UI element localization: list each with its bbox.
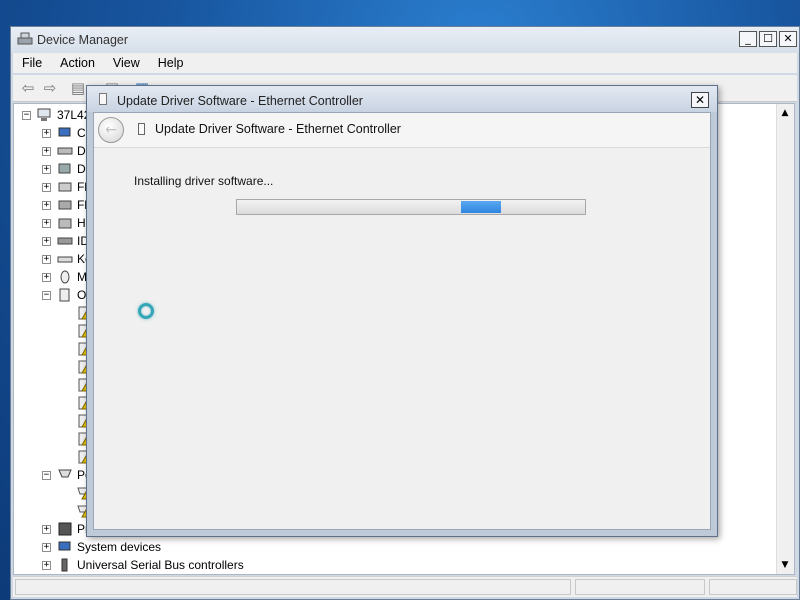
tree-category[interactable]: + M (42, 268, 87, 286)
forward-arrow-icon[interactable]: ⇨ (41, 79, 59, 97)
collapse-icon[interactable]: − (42, 470, 51, 480)
dialog-header-title: Update Driver Software - Ethernet Contro… (155, 122, 401, 136)
close-button[interactable]: ✕ (779, 31, 797, 47)
tree-label: C (77, 126, 86, 140)
ide-controller-icon (57, 234, 73, 248)
tree-category[interactable]: + C (42, 124, 86, 142)
status-cell (709, 579, 797, 595)
floppy-icon (57, 180, 73, 194)
tree-category[interactable]: + D (42, 142, 86, 160)
floppy-controller-icon (57, 198, 73, 212)
tree-label: H (77, 216, 86, 230)
keyboard-icon (57, 252, 73, 266)
collapse-icon[interactable]: − (42, 290, 51, 300)
menu-file[interactable]: File (13, 56, 51, 70)
expand-icon[interactable]: + (42, 182, 51, 192)
mouse-icon (57, 270, 73, 284)
expand-icon[interactable]: + (42, 542, 51, 552)
expand-icon[interactable]: + (42, 146, 51, 156)
busy-spinner-icon (138, 303, 154, 319)
tree-category[interactable]: + D (42, 160, 86, 178)
port-icon (57, 468, 73, 482)
expand-icon[interactable]: + (42, 128, 51, 138)
other-devices-icon (57, 288, 73, 302)
device-icon (138, 123, 145, 135)
progress-marquee-chunk (461, 201, 501, 213)
tree-category-processors[interactable]: + Pr (42, 520, 89, 538)
device-manager-titlebar[interactable]: Device Manager _ ☐ ✕ (11, 27, 799, 53)
display-adapter-icon (57, 162, 73, 176)
device-manager-icon (17, 32, 33, 46)
dialog-close-button[interactable]: ✕ (691, 92, 709, 108)
expand-icon[interactable]: + (42, 524, 51, 534)
tree-root-computer[interactable]: − 37L42 (22, 106, 90, 124)
back-arrow-icon[interactable]: ⇦ (19, 79, 37, 97)
expand-icon[interactable]: + (42, 164, 51, 174)
tree-category[interactable]: + Fl (42, 196, 87, 214)
tree-category-usb[interactable]: + Universal Serial Bus controllers (42, 556, 244, 574)
expand-icon[interactable]: + (42, 254, 51, 264)
scroll-up-icon[interactable]: ▲ (779, 107, 791, 119)
expand-icon[interactable]: + (42, 560, 51, 570)
system-devices-icon (57, 540, 73, 554)
disk-drive-icon (57, 144, 73, 158)
menu-bar: File Action View Help (13, 53, 797, 73)
update-driver-dialog: Update Driver Software - Ethernet Contro… (86, 85, 718, 537)
dialog-title: Update Driver Software - Ethernet Contro… (117, 94, 363, 108)
tree-label: System devices (77, 540, 162, 554)
minimize-button[interactable]: _ (739, 31, 757, 47)
device-icon (99, 93, 107, 105)
computer-icon (57, 126, 73, 140)
computer-icon (37, 108, 53, 122)
hid-icon (57, 216, 73, 230)
tree-category[interactable]: + Ke (42, 250, 92, 268)
status-cell (15, 579, 571, 595)
menu-action[interactable]: Action (51, 56, 104, 70)
processor-icon (57, 522, 73, 536)
dialog-body: ← Update Driver Software - Ethernet Cont… (93, 112, 711, 530)
tree-category-ports[interactable]: − Po (42, 466, 92, 484)
status-bar (13, 576, 797, 597)
window-title: Device Manager (37, 33, 129, 47)
back-arrow-icon[interactable]: ← (98, 117, 124, 143)
tree-category[interactable]: − O (42, 286, 86, 304)
progress-bar (236, 199, 586, 215)
scroll-down-icon[interactable]: ▼ (779, 559, 791, 571)
dialog-header: ← Update Driver Software - Ethernet Cont… (94, 113, 710, 148)
expand-icon[interactable]: + (42, 272, 51, 282)
tree-label: D (77, 144, 86, 158)
dialog-titlebar[interactable]: Update Driver Software - Ethernet Contro… (87, 86, 717, 112)
menu-help[interactable]: Help (149, 56, 193, 70)
properties-icon[interactable]: ▤ (69, 79, 87, 97)
usb-icon (57, 558, 73, 572)
tree-category[interactable]: + ID (42, 232, 89, 250)
expand-icon[interactable]: + (42, 218, 51, 228)
install-status-text: Installing driver software... (134, 174, 274, 188)
expand-icon[interactable]: + (42, 236, 51, 246)
expand-icon[interactable]: + (42, 200, 51, 210)
tree-label: O (77, 288, 87, 302)
collapse-icon[interactable]: − (22, 110, 31, 120)
tree-category[interactable]: + Fl (42, 178, 87, 196)
tree-label: D (77, 162, 86, 176)
vertical-scrollbar[interactable]: ▲ ▼ (776, 104, 794, 574)
maximize-button[interactable]: ☐ (759, 31, 777, 47)
tree-category-system-devices[interactable]: + System devices (42, 538, 161, 556)
menu-view[interactable]: View (104, 56, 149, 70)
tree-category[interactable]: + H (42, 214, 86, 232)
status-cell (575, 579, 705, 595)
tree-label: Universal Serial Bus controllers (77, 558, 244, 572)
